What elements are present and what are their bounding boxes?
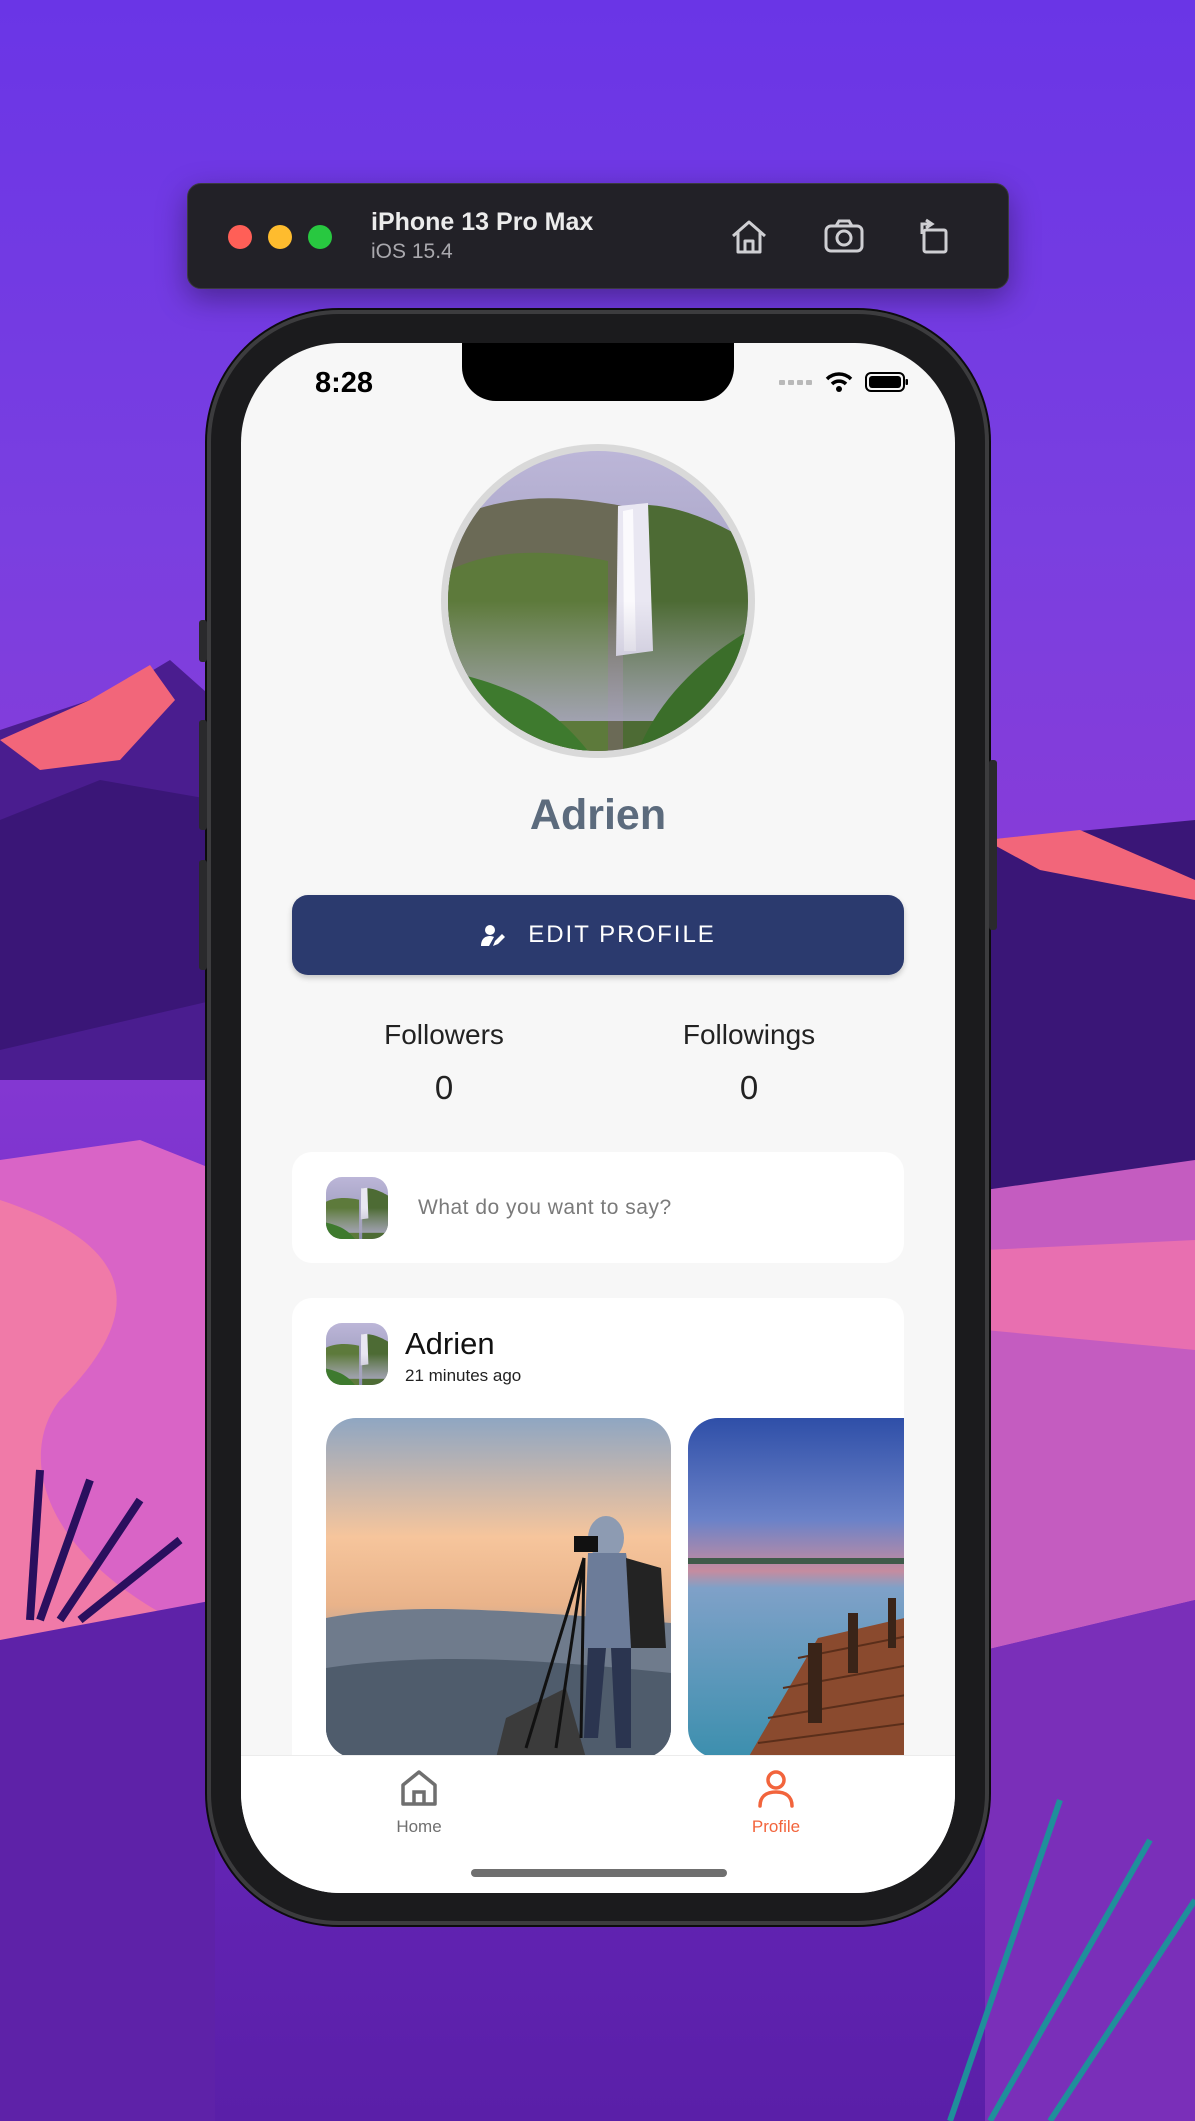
followers-stat[interactable]: Followers 0: [344, 1019, 544, 1107]
battery-icon: [865, 372, 908, 392]
followings-label: Followings: [682, 1019, 816, 1050]
post-composer: [292, 1152, 904, 1263]
edit-profile-label: EDIT PROFILE: [528, 921, 716, 948]
power-button: [989, 760, 997, 930]
profile-avatar[interactable]: [441, 444, 755, 758]
post-input[interactable]: [416, 1182, 880, 1234]
home-indicator[interactable]: [471, 1869, 727, 1877]
minimize-window-button[interactable]: [268, 225, 292, 249]
close-window-button[interactable]: [228, 225, 252, 249]
post-author-name[interactable]: Adrien: [405, 1326, 495, 1362]
edit-person-icon: [481, 925, 506, 946]
os-version: iOS 15.4: [371, 240, 453, 263]
profile-name: Adrien: [529, 791, 667, 839]
post-image-photographer[interactable]: [326, 1418, 671, 1758]
followings-count: 0: [739, 1069, 759, 1106]
signal-icon: [779, 380, 812, 385]
volume-down-button: [199, 860, 207, 970]
followers-count: 0: [434, 1069, 454, 1106]
tab-profile[interactable]: Profile: [706, 1766, 846, 1837]
post-image-lake[interactable]: [688, 1418, 904, 1758]
edit-profile-button[interactable]: EDIT PROFILE: [292, 895, 904, 975]
volume-up-button: [199, 720, 207, 830]
tab-profile-label: Profile: [751, 1817, 801, 1836]
followers-label: Followers: [384, 1019, 504, 1050]
home-icon: [401, 1770, 437, 1806]
status-time: 8:28: [315, 367, 374, 399]
screenshot-icon: [824, 219, 864, 253]
wifi-icon: [825, 372, 853, 392]
tab-home[interactable]: Home: [349, 1766, 489, 1837]
rotate-icon: [920, 218, 948, 254]
home-button[interactable]: [723, 210, 775, 262]
mute-switch: [199, 620, 207, 662]
screenshot-button[interactable]: [818, 210, 870, 262]
post-timestamp: 21 minutes ago: [405, 1366, 522, 1385]
app-screen: 8:28 Adrien EDIT PROFILE Followers 0 Fol…: [241, 343, 955, 1893]
rotate-button[interactable]: [908, 210, 960, 262]
status-icons: [779, 371, 909, 393]
device-name: iPhone 13 Pro Max: [371, 208, 594, 236]
waterfall-photo: [448, 451, 748, 751]
post-author-avatar[interactable]: [326, 1323, 388, 1385]
tab-home-label: Home: [396, 1817, 442, 1836]
simulator-toolbar: iPhone 13 Pro Max iOS 15.4: [187, 183, 1009, 289]
post-card: Adrien 21 minutes ago: [292, 1298, 904, 1798]
composer-avatar: [326, 1177, 388, 1239]
notch: [462, 343, 734, 401]
home-icon: [732, 220, 766, 254]
followings-stat[interactable]: Followings 0: [649, 1019, 849, 1107]
person-icon: [758, 1770, 794, 1808]
zoom-window-button[interactable]: [308, 225, 332, 249]
